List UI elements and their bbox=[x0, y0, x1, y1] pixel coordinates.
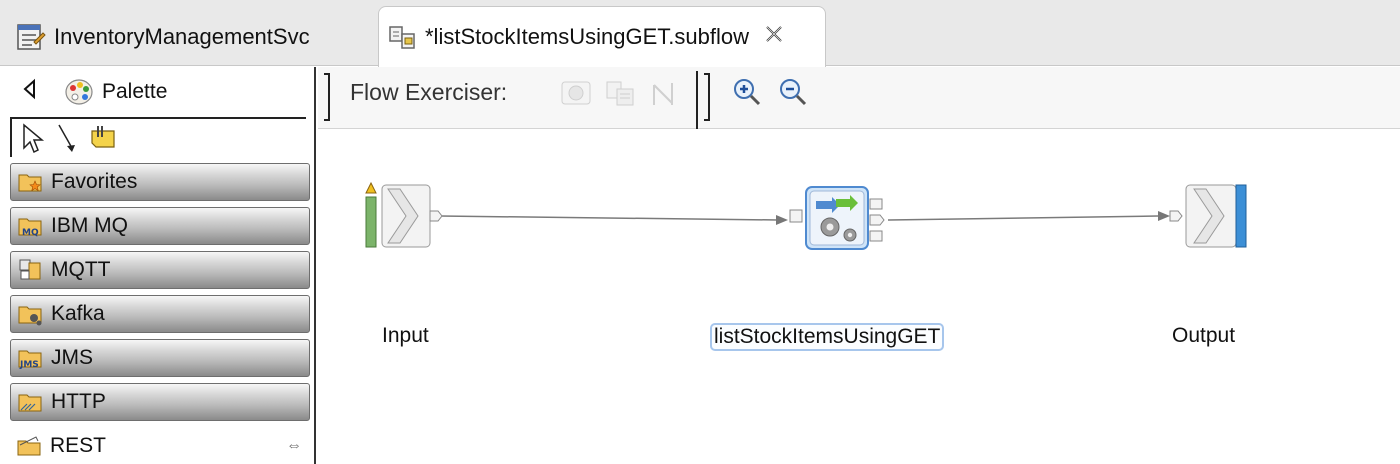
folder-mq-icon: MQ bbox=[18, 218, 42, 238]
rest-request-node-label[interactable]: listStockItemsUsingGET bbox=[710, 323, 945, 351]
palette-drawer-ibm-mq[interactable]: MQ IBM MQ bbox=[10, 207, 310, 245]
connection-request-to-output[interactable] bbox=[887, 211, 1170, 221]
subflow-editor: Flow Exerciser: Input listStockItemsUsin… bbox=[318, 67, 1400, 464]
folder-star-icon bbox=[18, 174, 42, 192]
note-icon[interactable] bbox=[88, 123, 120, 153]
drawer-label: JMS bbox=[51, 346, 93, 369]
svg-text:MQ: MQ bbox=[22, 228, 39, 238]
tab-inventory-management-svc[interactable]: InventoryManagementSvc bbox=[0, 8, 376, 66]
palette-header: Palette bbox=[0, 67, 314, 117]
drawer-label: Kafka bbox=[51, 302, 105, 325]
output-node[interactable] bbox=[1169, 184, 1247, 248]
drawer-label: MQTT bbox=[51, 258, 111, 281]
palette-drawer-http[interactable]: HTTP bbox=[10, 383, 310, 421]
record-icon[interactable] bbox=[560, 79, 592, 109]
connection-input-to-request[interactable] bbox=[439, 215, 788, 225]
folder-rest-icon bbox=[17, 436, 41, 456]
tab-list-stock-items-subflow[interactable]: *listStockItemsUsingGET.subflow bbox=[378, 6, 826, 67]
message-flow-icon bbox=[17, 24, 46, 50]
palette-title: Palette bbox=[102, 80, 168, 103]
editor-tab-bar: InventoryManagementSvc *listStockItemsUs… bbox=[0, 0, 1400, 67]
palette-tools bbox=[10, 117, 306, 157]
drawer-label: Favorites bbox=[51, 170, 138, 193]
folder-jms-icon: JMS bbox=[18, 350, 42, 370]
folder-http-icon bbox=[18, 394, 42, 412]
triangle-left-icon[interactable] bbox=[22, 78, 46, 106]
zoom-in-icon[interactable] bbox=[732, 77, 762, 107]
palette-drawer-jms[interactable]: JMS JMS bbox=[10, 339, 310, 377]
palette-icon bbox=[65, 79, 93, 105]
flow-diagram bbox=[365, 181, 1247, 250]
rest-request-node[interactable] bbox=[789, 186, 885, 250]
selection-arrow-icon[interactable] bbox=[20, 122, 46, 154]
view-messages-icon[interactable] bbox=[604, 79, 636, 109]
palette-drawer-kafka[interactable]: Kafka bbox=[10, 295, 310, 333]
close-icon[interactable] bbox=[763, 23, 785, 51]
palette-drawer-mqtt[interactable]: MQTT bbox=[10, 251, 310, 289]
subflow-icon bbox=[389, 26, 415, 49]
toolbar-divider bbox=[324, 73, 330, 121]
input-node[interactable] bbox=[365, 181, 443, 248]
warning-icon bbox=[365, 181, 377, 194]
palette-drawer-favorites[interactable]: Favorites bbox=[10, 163, 310, 201]
flow-canvas[interactable]: Input listStockItemsUsingGET Output bbox=[318, 129, 1400, 464]
drawer-label: HTTP bbox=[51, 390, 106, 413]
folder-kafka-icon bbox=[18, 306, 42, 326]
drawer-label: REST bbox=[50, 434, 107, 457]
flow-exerciser-label: Flow Exerciser: bbox=[350, 79, 508, 105]
zoom-out-icon[interactable] bbox=[778, 77, 808, 107]
tab-label: InventoryManagementSvc bbox=[54, 24, 310, 49]
send-message-icon[interactable] bbox=[648, 79, 680, 109]
output-node-label: Output bbox=[1172, 324, 1236, 347]
editor-toolbar: Flow Exerciser: bbox=[318, 67, 1400, 129]
pin-drawer-icon[interactable]: ⇔ bbox=[286, 437, 302, 455]
toolbar-separator bbox=[696, 71, 698, 129]
toolbar-divider bbox=[704, 73, 710, 121]
mqtt-icon bbox=[19, 259, 41, 280]
input-node-label: Input bbox=[382, 324, 429, 347]
drawer-label: IBM MQ bbox=[51, 214, 128, 237]
palette-panel: Palette Favorites MQ IBM MQ MQTT Kafka J… bbox=[0, 67, 316, 464]
svg-text:JMS: JMS bbox=[19, 360, 39, 370]
connection-icon[interactable] bbox=[56, 122, 78, 154]
tab-label: *listStockItemsUsingGET.subflow bbox=[425, 24, 749, 49]
palette-drawer-rest[interactable]: REST ⇔ bbox=[10, 427, 310, 464]
